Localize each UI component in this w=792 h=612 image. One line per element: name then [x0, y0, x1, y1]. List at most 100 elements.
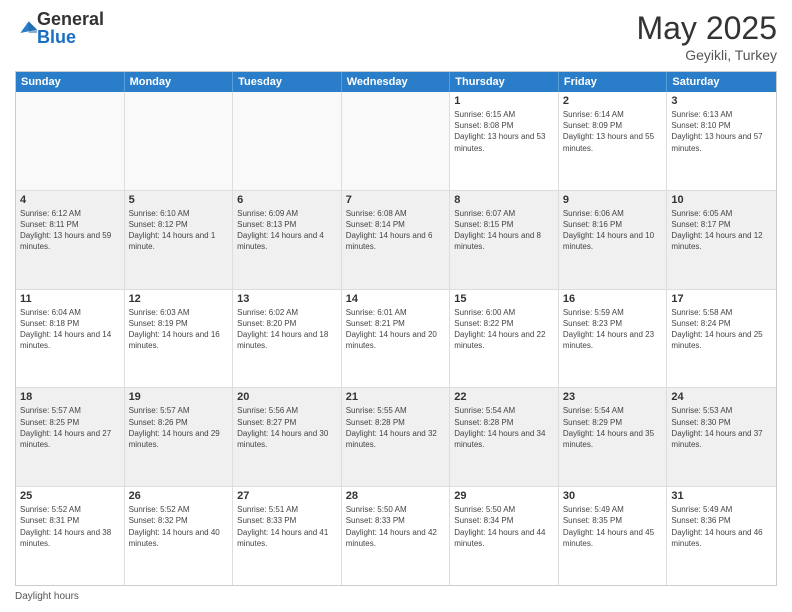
title-block: May 2025 Geyikli, Turkey: [636, 10, 777, 63]
day-info: Sunrise: 6:09 AM Sunset: 8:13 PM Dayligh…: [237, 208, 337, 253]
calendar-cell: 27Sunrise: 5:51 AM Sunset: 8:33 PM Dayli…: [233, 487, 342, 585]
logo-general: General: [37, 10, 104, 28]
day-info: Sunrise: 6:10 AM Sunset: 8:12 PM Dayligh…: [129, 208, 229, 253]
day-number: 20: [237, 391, 337, 403]
calendar-cell: 14Sunrise: 6:01 AM Sunset: 8:21 PM Dayli…: [342, 290, 451, 388]
day-number: 1: [454, 95, 554, 107]
header-day-saturday: Saturday: [667, 72, 776, 92]
calendar-cell: [16, 92, 125, 190]
day-number: 2: [563, 95, 663, 107]
day-info: Sunrise: 5:54 AM Sunset: 8:29 PM Dayligh…: [563, 405, 663, 450]
calendar-cell: 26 Sunrise: 5:52 AM Sunset: 8:32 PM Dayli…: [125, 487, 234, 585]
day-number: 23: [563, 391, 663, 403]
day-info: Sunrise: 6:03 AM Sunset: 8:19 PM Dayligh…: [129, 307, 229, 352]
calendar-cell: 29Sunrise: 5:50 AM Sunset: 8:34 PM Dayli…: [450, 487, 559, 585]
day-number: 6: [237, 194, 337, 206]
day-number: 4: [20, 194, 120, 206]
day-number: 11: [20, 293, 120, 305]
day-number: 9: [563, 194, 663, 206]
calendar-cell: 17 Sunrise: 5:58 AM Sunset: 8:24 PM Dayli…: [667, 290, 776, 388]
day-info: Sunrise: 6:06 AM Sunset: 8:16 PM Dayligh…: [563, 208, 663, 253]
day-info: Sunrise: 5:55 AM Sunset: 8:28 PM Dayligh…: [346, 405, 446, 450]
footer: Daylight hours: [15, 591, 777, 602]
daylight-label: Daylight hours: [15, 591, 79, 602]
calendar-cell: [125, 92, 234, 190]
calendar-cell: 9 Sunrise: 6:06 AM Sunset: 8:16 PM Daylig…: [559, 191, 668, 289]
header: General Blue May 2025 Geyikli, Turkey: [15, 10, 777, 63]
calendar-cell: 10 Sunrise: 6:05 AM Sunset: 8:17 PM Dayli…: [667, 191, 776, 289]
day-info: Sunrise: 5:58 AM Sunset: 8:24 PM Dayligh…: [671, 307, 772, 352]
calendar-cell: 31 Sunrise: 5:49 AM Sunset: 8:36 PM Dayli…: [667, 487, 776, 585]
day-number: 31: [671, 490, 772, 502]
day-info: Sunrise: 5:57 AM Sunset: 8:25 PM Dayligh…: [20, 405, 120, 450]
calendar-header: SundayMondayTuesdayWednesdayThursdayFrid…: [16, 72, 776, 92]
day-info: Sunrise: 6:01 AM Sunset: 8:21 PM Dayligh…: [346, 307, 446, 352]
day-number: 27: [237, 490, 337, 502]
header-day-tuesday: Tuesday: [233, 72, 342, 92]
day-info: Sunrise: 6:00 AM Sunset: 8:22 PM Dayligh…: [454, 307, 554, 352]
calendar-cell: 22Sunrise: 5:54 AM Sunset: 8:28 PM Dayli…: [450, 388, 559, 486]
header-day-thursday: Thursday: [450, 72, 559, 92]
header-day-friday: Friday: [559, 72, 668, 92]
day-number: 17: [671, 293, 772, 305]
header-day-wednesday: Wednesday: [342, 72, 451, 92]
day-number: 3: [671, 95, 772, 107]
calendar-cell: 8Sunrise: 6:07 AM Sunset: 8:15 PM Daylig…: [450, 191, 559, 289]
calendar-cell: 30Sunrise: 5:49 AM Sunset: 8:35 PM Dayli…: [559, 487, 668, 585]
logo-text: General Blue: [37, 10, 104, 46]
day-info: Sunrise: 5:53 AM Sunset: 8:30 PM Dayligh…: [671, 405, 772, 450]
day-info: Sunrise: 5:49 AM Sunset: 8:35 PM Dayligh…: [563, 504, 663, 549]
day-info: Sunrise: 6:05 AM Sunset: 8:17 PM Dayligh…: [671, 208, 772, 253]
calendar-cell: 4 Sunrise: 6:12 AM Sunset: 8:11 PM Daylig…: [16, 191, 125, 289]
calendar-cell: [233, 92, 342, 190]
logo: General Blue: [15, 10, 104, 46]
day-number: 25: [20, 490, 120, 502]
day-info: Sunrise: 6:13 AM Sunset: 8:10 PM Dayligh…: [671, 109, 772, 154]
day-number: 13: [237, 293, 337, 305]
calendar-row: 11 Sunrise: 6:04 AM Sunset: 8:18 PM Dayli…: [16, 290, 776, 389]
day-info: Sunrise: 6:04 AM Sunset: 8:18 PM Dayligh…: [20, 307, 120, 352]
logo-blue: Blue: [37, 28, 104, 46]
calendar-cell: 20 Sunrise: 5:56 AM Sunset: 8:27 PM Dayli…: [233, 388, 342, 486]
day-number: 16: [563, 293, 663, 305]
day-info: Sunrise: 6:15 AM Sunset: 8:08 PM Dayligh…: [454, 109, 554, 154]
calendar-cell: 24 Sunrise: 5:53 AM Sunset: 8:30 PM Dayli…: [667, 388, 776, 486]
calendar-cell: 28 Sunrise: 5:50 AM Sunset: 8:33 PM Dayli…: [342, 487, 451, 585]
day-number: 29: [454, 490, 554, 502]
day-info: Sunrise: 6:02 AM Sunset: 8:20 PM Dayligh…: [237, 307, 337, 352]
day-number: 26: [129, 490, 229, 502]
calendar-row: 4 Sunrise: 6:12 AM Sunset: 8:11 PM Daylig…: [16, 191, 776, 290]
calendar-cell: 3 Sunrise: 6:13 AM Sunset: 8:10 PM Daylig…: [667, 92, 776, 190]
calendar-body: 1 Sunrise: 6:15 AM Sunset: 8:08 PM Daylig…: [16, 92, 776, 585]
calendar-row: 18Sunrise: 5:57 AM Sunset: 8:25 PM Dayli…: [16, 388, 776, 487]
day-number: 8: [454, 194, 554, 206]
calendar-cell: 5Sunrise: 6:10 AM Sunset: 8:12 PM Daylig…: [125, 191, 234, 289]
month-year: May 2025: [636, 10, 777, 47]
location: Geyikli, Turkey: [636, 47, 777, 63]
day-info: Sunrise: 6:08 AM Sunset: 8:14 PM Dayligh…: [346, 208, 446, 253]
day-info: Sunrise: 5:49 AM Sunset: 8:36 PM Dayligh…: [671, 504, 772, 549]
page: General Blue May 2025 Geyikli, Turkey Su…: [0, 0, 792, 612]
calendar-cell: [342, 92, 451, 190]
day-info: Sunrise: 6:12 AM Sunset: 8:11 PM Dayligh…: [20, 208, 120, 253]
calendar-cell: 7Sunrise: 6:08 AM Sunset: 8:14 PM Daylig…: [342, 191, 451, 289]
day-number: 10: [671, 194, 772, 206]
calendar-cell: 25Sunrise: 5:52 AM Sunset: 8:31 PM Dayli…: [16, 487, 125, 585]
day-info: Sunrise: 5:50 AM Sunset: 8:33 PM Dayligh…: [346, 504, 446, 549]
day-info: Sunrise: 5:56 AM Sunset: 8:27 PM Dayligh…: [237, 405, 337, 450]
logo-icon: [17, 18, 37, 38]
calendar-cell: 6 Sunrise: 6:09 AM Sunset: 8:13 PM Daylig…: [233, 191, 342, 289]
calendar-cell: 15Sunrise: 6:00 AM Sunset: 8:22 PM Dayli…: [450, 290, 559, 388]
calendar-cell: 18Sunrise: 5:57 AM Sunset: 8:25 PM Dayli…: [16, 388, 125, 486]
calendar-cell: 16Sunrise: 5:59 AM Sunset: 8:23 PM Dayli…: [559, 290, 668, 388]
calendar-row: 1 Sunrise: 6:15 AM Sunset: 8:08 PM Daylig…: [16, 92, 776, 191]
calendar-cell: 2Sunrise: 6:14 AM Sunset: 8:09 PM Daylig…: [559, 92, 668, 190]
calendar-cell: 1 Sunrise: 6:15 AM Sunset: 8:08 PM Daylig…: [450, 92, 559, 190]
header-day-sunday: Sunday: [16, 72, 125, 92]
day-number: 21: [346, 391, 446, 403]
day-number: 24: [671, 391, 772, 403]
calendar-cell: 13 Sunrise: 6:02 AM Sunset: 8:20 PM Dayli…: [233, 290, 342, 388]
day-number: 28: [346, 490, 446, 502]
day-info: Sunrise: 5:52 AM Sunset: 8:32 PM Dayligh…: [129, 504, 229, 549]
day-number: 19: [129, 391, 229, 403]
